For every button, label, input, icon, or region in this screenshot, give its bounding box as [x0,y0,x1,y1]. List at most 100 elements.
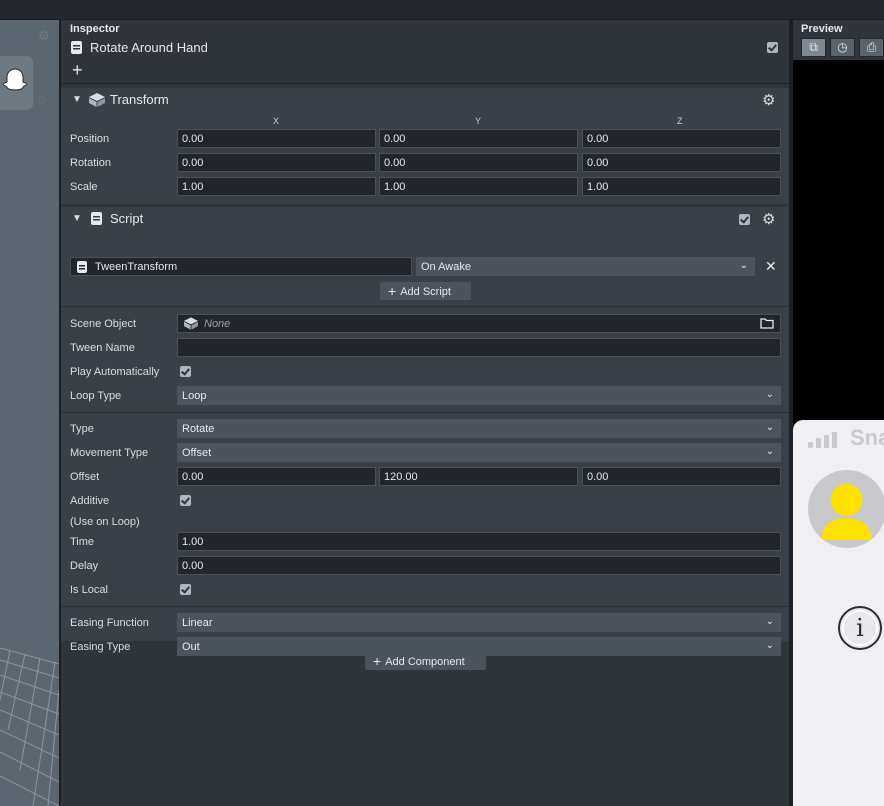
preview-panel: Preview ⧉ ◷ ⎙ Sna i [793,20,884,806]
position-y-input[interactable]: 0.00 [379,129,578,148]
script-asset-icon [77,261,87,276]
reset-button[interactable]: ◷ [830,38,855,57]
transform-title: Transform [110,92,169,107]
movement-type-dropdown[interactable]: Offset ⌄ [177,443,781,462]
device-icon: ⧉ [809,40,818,54]
ghost-icon [0,66,30,102]
clock-icon: ◷ [837,40,848,54]
position-label: Position [70,133,110,145]
viewport-gear-icon[interactable]: ⚙ [38,28,50,44]
script-header[interactable]: ▼ Script ⚙ [61,207,789,231]
loop-type-value: Loop [182,390,207,402]
camera-icon: ⎙ [866,40,877,54]
easing-type-label: Easing Type [70,641,131,653]
capture-button[interactable]: ⎙ [859,38,884,57]
delay-label: Delay [70,560,99,572]
rotation-y-input[interactable]: 0.00 [379,153,578,172]
loop-type-dropdown[interactable]: Loop ⌄ [177,386,781,405]
play-automatically-label: Play Automatically [70,366,160,378]
easing-function-label: Easing Function [70,617,149,629]
divider [61,306,789,307]
object-name[interactable]: Rotate Around Hand [90,40,208,55]
snap-preview-screen[interactable]: Sna i [793,420,884,806]
scene-object-label: Scene Object [70,318,137,330]
script-enabled-checkbox[interactable] [739,214,750,225]
additive-checkbox[interactable] [180,495,191,506]
rotation-label: Rotation [70,157,111,169]
cube-icon [184,317,198,333]
preview-title: Preview [801,23,843,35]
scale-z-input[interactable]: 1.00 [582,177,781,196]
snap-ghost-button[interactable] [0,56,33,110]
type-label: Type [70,423,94,435]
offset-label: Offset [70,471,100,483]
use-on-loop-label: (Use on Loop) [70,516,140,528]
is-local-label: Is Local [70,584,108,596]
script-title: Script [110,211,144,226]
delay-input[interactable]: 0.00 [177,556,781,575]
chevron-down-icon: ⌄ [765,389,774,400]
object-enabled-checkbox[interactable] [767,42,778,53]
easing-function-dropdown[interactable]: Linear ⌄ [177,613,781,632]
avatar [808,470,884,548]
rotation-x-input[interactable]: 0.00 [177,153,376,172]
scene-object-field[interactable]: None [177,314,781,333]
easing-function-value: Linear [182,617,213,629]
chevron-down-icon: ⌄ [765,616,774,627]
gear-icon[interactable]: ⚙ [762,93,775,108]
axis-y-label: Y [475,116,482,126]
home-icon[interactable]: ⌂ [38,90,46,106]
scale-y-input[interactable]: 1.00 [379,177,578,196]
additive-label: Additive [70,495,110,507]
close-icon[interactable]: ✕ [765,258,777,275]
type-dropdown[interactable]: Rotate ⌄ [177,419,781,438]
axis-x-label: X [273,116,280,126]
script-event-value: On Awake [421,261,471,273]
script-object-icon [71,41,82,59]
divider [61,606,789,607]
chevron-down-icon[interactable]: ▼ [72,213,82,224]
snap-title: Sna [850,425,884,450]
add-script-button[interactable]: + Add Script [380,282,471,300]
is-local-checkbox[interactable] [180,584,191,595]
signal-icon [808,432,837,448]
offset-z-input[interactable]: 0.00 [582,467,781,486]
inspector-title: Inspector [70,23,120,35]
tween-name-label: Tween Name [70,342,135,354]
play-automatically-checkbox[interactable] [180,366,191,377]
script-icon [91,212,102,230]
transform-section: ▼ Transform ⚙ X Y Z Position 0.00 0.00 0… [61,88,789,204]
chevron-down-icon: ⌄ [765,640,774,651]
chevron-down-icon: ⌄ [765,446,774,457]
gear-icon[interactable]: ⚙ [762,212,775,227]
script-asset-field[interactable]: TweenTransform [70,257,412,276]
tween-name-input[interactable] [177,338,781,357]
add-component-plus-button[interactable]: + [72,61,83,79]
movement-type-value: Offset [182,447,212,459]
type-value: Rotate [182,423,215,435]
inspector-header: Inspector Rotate Around Hand + [61,20,789,84]
add-script-label: Add Script [400,286,451,298]
folder-icon[interactable] [760,317,774,332]
device-toggle-button[interactable]: ⧉ [801,38,826,57]
time-input[interactable]: 1.00 [177,532,781,551]
position-x-input[interactable]: 0.00 [177,129,376,148]
scene-viewport[interactable]: ⚙ ⌂ [0,20,59,806]
offset-x-input[interactable]: 0.00 [177,467,376,486]
offset-y-input[interactable]: 120.00 [379,467,578,486]
user-silhouette-icon [822,484,872,540]
inspector-panel: Inspector Rotate Around Hand + ▼ Transfo… [61,20,789,806]
add-component-button[interactable]: + Add Component [365,652,486,670]
transform-header[interactable]: ▼ Transform ⚙ [61,88,789,112]
loop-type-label: Loop Type [70,390,122,402]
axis-z-label: Z [677,116,683,126]
script-section: ▼ Script ⚙ TweenTransform On Awake ⌄ ✕ +… [61,207,789,656]
scale-x-input[interactable]: 1.00 [177,177,376,196]
info-icon[interactable]: i [838,606,882,650]
rotation-z-input[interactable]: 0.00 [582,153,781,172]
chevron-down-icon[interactable]: ▼ [72,94,82,105]
position-z-input[interactable]: 0.00 [582,129,781,148]
script-asset-name: TweenTransform [95,261,178,273]
transform-icon [89,93,105,112]
script-event-dropdown[interactable]: On Awake ⌄ [416,257,755,276]
